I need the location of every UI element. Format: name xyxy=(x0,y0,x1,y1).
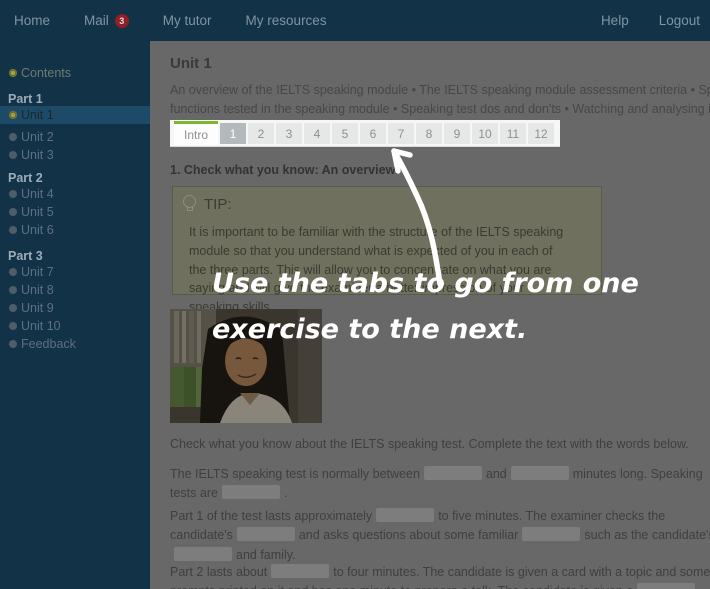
tip-title: TIP: xyxy=(204,196,232,213)
exercise-heading: 1. Check what you know: An overview. xyxy=(170,163,398,177)
tab-7[interactable]: 7 xyxy=(388,123,414,144)
tab-1[interactable]: 1 xyxy=(220,123,246,144)
bullet-icon xyxy=(9,133,17,141)
nav-my-resources[interactable]: My resources xyxy=(246,13,327,28)
nav-mail[interactable]: Mail 3 xyxy=(84,13,129,28)
sidebar-item-contents[interactable]: Contents xyxy=(0,64,150,82)
tab-9[interactable]: 9 xyxy=(444,123,470,144)
tab-6[interactable]: 6 xyxy=(360,123,386,144)
bullet-icon xyxy=(9,268,17,276)
tab-intro[interactable]: Intro xyxy=(174,121,218,145)
exercise-instruction: Check what you know about the IELTS spea… xyxy=(170,437,710,451)
main-content: Unit 1 An overview of the IELTS speaking… xyxy=(150,41,710,589)
sidebar-item-unit1[interactable]: Unit 1 xyxy=(0,106,150,124)
nav-my-resources-label: My resources xyxy=(246,13,327,28)
nav-help-label: Help xyxy=(601,13,629,28)
sidebar-item-label: Unit 8 xyxy=(21,283,54,297)
sidebar: Contents Part 1 Unit 1 Unit 2 Unit 3 Par… xyxy=(0,41,150,589)
sidebar-item-label: Unit 4 xyxy=(21,187,54,201)
sidebar-item-label: Contents xyxy=(21,66,71,80)
bullet-icon xyxy=(9,322,17,330)
fill-blank-input[interactable] xyxy=(237,527,295,541)
sidebar-item-label: Unit 2 xyxy=(21,130,54,144)
sidebar-item-unit4[interactable]: Unit 4 xyxy=(0,185,150,203)
sidebar-item-unit8[interactable]: Unit 8 xyxy=(0,281,150,299)
sidebar-item-unit5[interactable]: Unit 5 xyxy=(0,203,150,221)
fill-blank-input[interactable] xyxy=(424,466,482,480)
paragraph-text: Part 1 of the test lasts approximately xyxy=(170,509,372,523)
tab-3[interactable]: 3 xyxy=(276,123,302,144)
bullet-icon xyxy=(9,69,17,77)
fill-blank-input[interactable] xyxy=(174,547,232,561)
sidebar-item-label: Feedback xyxy=(21,337,76,351)
fill-blank-input[interactable] xyxy=(271,564,329,578)
nav-logout-label: Logout xyxy=(659,13,700,28)
tab-5[interactable]: 5 xyxy=(332,123,358,144)
bullet-icon xyxy=(9,208,17,216)
tip-header: TIP: xyxy=(183,195,232,213)
fill-blank-input[interactable] xyxy=(511,466,569,480)
tab-8[interactable]: 8 xyxy=(416,123,442,144)
elearning-app: Home Mail 3 My tutor My resources Help L… xyxy=(0,0,710,589)
sidebar-item-feedback[interactable]: Feedback xyxy=(0,335,150,353)
bullet-icon xyxy=(9,111,17,119)
sidebar-item-unit10[interactable]: Unit 10 xyxy=(0,317,150,335)
tab-10[interactable]: 10 xyxy=(472,123,498,144)
sidebar-item-unit6[interactable]: Unit 6 xyxy=(0,221,150,239)
tab-12[interactable]: 12 xyxy=(528,123,554,144)
sidebar-item-label: Unit 9 xyxy=(21,301,54,315)
nav-my-tutor-label: My tutor xyxy=(163,13,212,28)
nav-mail-label: Mail xyxy=(84,13,109,28)
bullet-icon xyxy=(9,304,17,312)
paragraph-text: such as the candidate's xyxy=(584,528,710,542)
sidebar-item-unit9[interactable]: Unit 9 xyxy=(0,299,150,317)
paragraph-text: . xyxy=(284,486,287,500)
nav-home[interactable]: Home xyxy=(14,13,50,28)
top-nav: Home Mail 3 My tutor My resources Help L… xyxy=(0,0,710,41)
fill-blank-input[interactable] xyxy=(222,485,280,499)
nav-my-tutor[interactable]: My tutor xyxy=(163,13,212,28)
nav-home-label: Home xyxy=(14,13,50,28)
paragraph-text: and xyxy=(486,467,507,481)
fill-blank-paragraph-3: Part 2 lasts aboutto four minutes. The c… xyxy=(170,563,710,589)
exercise-tab-bar: Intro 1 2 3 4 5 6 7 8 9 10 11 12 xyxy=(170,120,560,147)
paragraph-text: The IELTS speaking test is normally betw… xyxy=(170,467,420,481)
fill-blank-input[interactable] xyxy=(637,583,695,589)
fill-blank-input[interactable] xyxy=(522,527,580,541)
sidebar-item-label: Unit 10 xyxy=(21,319,61,333)
sidebar-item-unit2[interactable]: Unit 2 xyxy=(0,128,150,146)
unit-description: An overview of the IELTS speaking module… xyxy=(170,81,710,120)
tab-4[interactable]: 4 xyxy=(304,123,330,144)
sidebar-item-label: Unit 6 xyxy=(21,223,54,237)
paragraph-text: Part 2 lasts about xyxy=(170,565,267,579)
fill-blank-paragraph-1: The IELTS speaking test is normally betw… xyxy=(170,465,710,504)
tab-11[interactable]: 11 xyxy=(500,123,526,144)
mail-count-badge: 3 xyxy=(115,14,129,28)
page-title: Unit 1 xyxy=(170,55,212,72)
nav-logout[interactable]: Logout xyxy=(659,13,700,28)
bullet-icon xyxy=(9,190,17,198)
bullet-icon xyxy=(9,286,17,294)
tab-2[interactable]: 2 xyxy=(248,123,274,144)
sidebar-item-label: Unit 1 xyxy=(21,108,54,122)
paragraph-text: and asks questions about some familiar xyxy=(299,528,519,542)
tip-box: TIP: It is important to be familiar with… xyxy=(172,186,602,295)
nav-help[interactable]: Help xyxy=(601,13,629,28)
sidebar-item-unit3[interactable]: Unit 3 xyxy=(0,146,150,164)
tip-body: It is important to be familiar with the … xyxy=(189,223,569,317)
bullet-icon xyxy=(9,340,17,348)
sidebar-item-label: Unit 7 xyxy=(21,265,54,279)
bullet-icon xyxy=(9,226,17,234)
lightbulb-icon xyxy=(183,195,196,213)
bullet-icon xyxy=(9,151,17,159)
sidebar-item-label: Unit 5 xyxy=(21,205,54,219)
paragraph-text: and family. xyxy=(236,548,296,562)
fill-blank-paragraph-2: Part 1 of the test lasts approximatelyto… xyxy=(170,507,710,565)
fill-blank-input[interactable] xyxy=(376,508,434,522)
interviewee-photo xyxy=(170,309,322,423)
sidebar-item-label: Unit 3 xyxy=(21,148,54,162)
sidebar-item-unit7[interactable]: Unit 7 xyxy=(0,263,150,281)
